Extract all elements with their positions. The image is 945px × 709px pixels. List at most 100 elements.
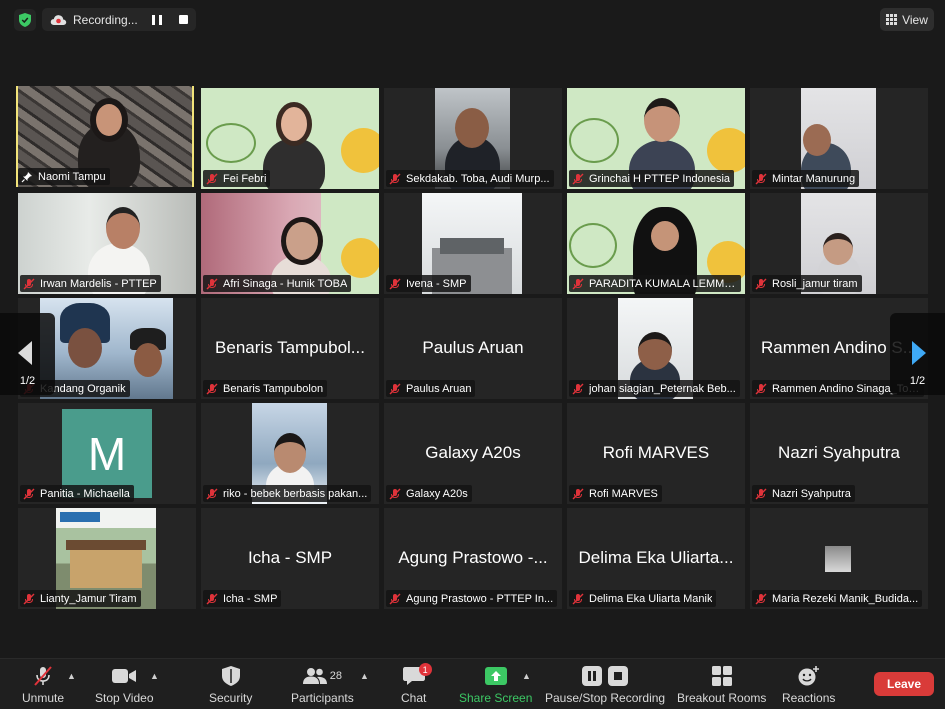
mic-muted-icon xyxy=(389,278,401,289)
participant-tile[interactable]: PARADITA KUMALA LEMMY... xyxy=(567,193,745,294)
security-shield-icon[interactable] xyxy=(14,9,36,31)
participant-tile[interactable]: Fei Febri xyxy=(201,88,379,189)
mic-muted-icon xyxy=(755,488,767,499)
breakout-rooms-button[interactable]: Breakout Rooms xyxy=(677,666,766,705)
participant-display-name: Paulus Aruan xyxy=(422,338,524,357)
participant-tile[interactable]: Benaris Tampubol... Benaris Tampubolon xyxy=(201,298,379,399)
share-options-caret[interactable]: ▲ xyxy=(522,671,531,681)
shield-icon xyxy=(221,666,240,686)
participant-thumbnail xyxy=(825,546,851,572)
participant-tile[interactable]: johan siagian_Peternak Beb... xyxy=(567,298,745,399)
previous-page-button[interactable]: 1/2 xyxy=(0,313,55,395)
participants-button[interactable]: 28 Participants xyxy=(291,666,354,705)
participant-tile[interactable]: Delima Eka Uliarta... Delima Eka Uliarta… xyxy=(567,508,745,609)
participant-tile[interactable]: Sekdakab. Toba, Audi Murp... xyxy=(384,88,562,189)
chat-button[interactable]: 1 Chat xyxy=(401,663,432,705)
mic-muted-icon xyxy=(389,383,401,394)
pause-stop-recording-label: Pause/Stop Recording xyxy=(545,691,666,705)
smiley-plus-icon xyxy=(798,666,819,686)
participants-icon xyxy=(302,668,327,684)
participant-display-name: Benaris Tampubol... xyxy=(215,338,365,357)
participant-label: Maria Rezeki Manik_Budida... xyxy=(752,590,923,607)
pause-stop-recording-button[interactable]: Pause/Stop Recording xyxy=(545,666,665,705)
mic-muted-icon xyxy=(755,173,767,184)
recording-indicator: Recording... xyxy=(42,8,196,31)
participant-tile[interactable]: Maria Rezeki Manik_Budida... xyxy=(750,508,928,609)
participant-tile[interactable]: Mintar Manurung xyxy=(750,88,928,189)
participant-tile[interactable]: Paulus Aruan Paulus Aruan xyxy=(384,298,562,399)
participant-display-name: Galaxy A20s xyxy=(425,443,521,462)
participant-tile[interactable]: Nazri Syahputra Nazri Syahputra xyxy=(750,403,928,504)
mic-muted-icon xyxy=(206,488,218,499)
mic-muted-icon xyxy=(755,278,767,289)
pause-recording-button[interactable] xyxy=(152,14,162,25)
participant-tile[interactable]: Ivena - SMP xyxy=(384,193,562,294)
mic-muted-icon xyxy=(389,593,401,604)
participant-tile[interactable]: Icha - SMP Icha - SMP xyxy=(201,508,379,609)
mic-muted-icon xyxy=(755,593,767,604)
participant-tile[interactable]: Grinchai H PTTEP Indonesia xyxy=(567,88,745,189)
video-options-caret[interactable]: ▲ xyxy=(150,671,159,681)
stop-icon xyxy=(608,666,629,686)
participant-label: Naomi Tampu xyxy=(18,168,110,185)
participant-display-name: Agung Prastowo -... xyxy=(398,548,548,567)
mic-muted-icon xyxy=(206,278,218,289)
participant-display-name: Nazri Syahputra xyxy=(778,443,900,462)
participant-tile[interactable]: Lianty_Jamur Tiram xyxy=(18,508,196,609)
mic-muted-icon xyxy=(572,383,584,394)
participant-tile[interactable]: Irwan Mardelis - PTTEP xyxy=(18,193,196,294)
participant-tile[interactable]: Galaxy A20s Galaxy A20s xyxy=(384,403,562,504)
participant-tile[interactable]: Rofi MARVES Rofi MARVES xyxy=(567,403,745,504)
participant-tile[interactable]: M Panitia - Michaella xyxy=(18,403,196,504)
participant-label: Benaris Tampubolon xyxy=(203,380,328,397)
participant-label: Rofi MARVES xyxy=(569,485,662,502)
grid-view-icon xyxy=(886,14,898,25)
page-indicator: 1/2 xyxy=(909,375,926,387)
participant-tile[interactable]: Naomi Tampu xyxy=(16,86,194,187)
breakout-rooms-icon xyxy=(711,666,732,686)
participant-label: johan siagian_Peternak Beb... xyxy=(569,380,740,397)
stop-video-button[interactable]: Stop Video xyxy=(95,666,154,705)
security-label: Security xyxy=(209,691,253,705)
participants-options-caret[interactable]: ▲ xyxy=(360,671,369,681)
page-indicator: 1/2 xyxy=(19,375,36,387)
audio-options-caret[interactable]: ▲ xyxy=(67,671,76,681)
participant-label: Fei Febri xyxy=(203,170,271,187)
participant-display-name: Rofi MARVES xyxy=(602,443,710,462)
unmute-button[interactable]: Unmute xyxy=(22,666,64,705)
next-page-button[interactable]: 1/2 xyxy=(890,313,945,395)
stop-recording-button[interactable] xyxy=(179,15,188,24)
mic-muted-icon xyxy=(572,173,584,184)
participants-label: Participants xyxy=(291,691,354,705)
mic-muted-icon xyxy=(206,173,218,184)
participant-label: Agung Prastowo - PTTEP In... xyxy=(386,590,558,607)
mic-muted-icon xyxy=(23,278,35,289)
participant-label: PARADITA KUMALA LEMMY... xyxy=(569,275,741,292)
participant-label: Nazri Syahputra xyxy=(752,485,855,502)
participants-count: 28 xyxy=(329,670,342,682)
participant-tile[interactable]: Agung Prastowo -... Agung Prastowo - PTT… xyxy=(384,508,562,609)
participant-label: Galaxy A20s xyxy=(386,485,472,502)
mic-muted-icon xyxy=(389,173,401,184)
participant-tile[interactable]: riko - bebek berbasis pakan... xyxy=(201,403,379,504)
security-button[interactable]: Security xyxy=(209,666,252,705)
participant-tile[interactable]: Rosli_jamur tiram xyxy=(750,193,928,294)
mic-muted-icon xyxy=(389,488,401,499)
mic-off-icon xyxy=(34,666,52,686)
participant-display-name: Icha - SMP xyxy=(247,548,333,567)
mic-muted-icon xyxy=(23,488,35,499)
participant-label: riko - bebek berbasis pakan... xyxy=(203,485,372,502)
arrow-right-icon xyxy=(912,341,926,365)
participant-label: Mintar Manurung xyxy=(752,170,860,187)
mic-muted-icon xyxy=(206,383,218,394)
chat-unread-badge: 1 xyxy=(418,663,432,676)
participant-label: Afri Sinaga - Hunik TOBA xyxy=(203,275,352,292)
participant-tile[interactable]: Afri Sinaga - Hunik TOBA xyxy=(201,193,379,294)
participant-label: Delima Eka Uliarta Manik xyxy=(569,590,717,607)
view-button[interactable]: View xyxy=(880,8,934,31)
recording-label: Recording... xyxy=(73,12,138,27)
reactions-button[interactable]: Reactions xyxy=(782,666,835,705)
mic-muted-icon xyxy=(23,593,35,604)
leave-button[interactable]: Leave xyxy=(874,672,934,696)
meeting-toolbar: Unmute ▲ Stop Video ▲ Security 28 Partic… xyxy=(0,658,945,709)
